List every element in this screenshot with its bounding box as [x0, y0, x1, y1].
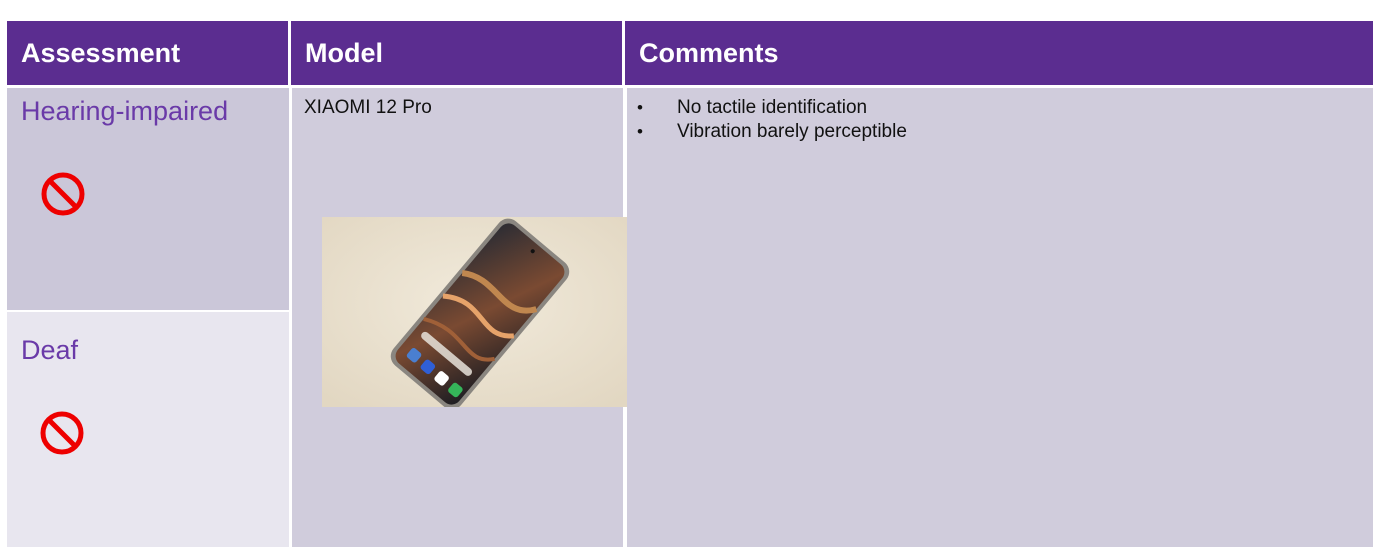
prohibited-icon: [41, 172, 85, 216]
comment-text: Vibration barely perceptible: [677, 121, 907, 142]
model-cell: XIAOMI 12 Pro: [292, 88, 627, 547]
bullet: •: [637, 98, 643, 117]
phone-photo: [322, 217, 627, 407]
assessment-cell-hearing-impaired: Hearing-impaired: [7, 88, 289, 310]
comment-item: • No tactile identification: [637, 96, 907, 120]
prohibited-icon: [40, 411, 84, 455]
comment-item: • Vibration barely perceptible: [637, 120, 907, 144]
assessment-cell-deaf: Deaf: [7, 312, 289, 547]
comment-text: No tactile identification: [677, 97, 868, 118]
comments-list: • No tactile identification • Vibration …: [637, 96, 907, 144]
comments-cell: • No tactile identification • Vibration …: [627, 88, 1373, 547]
model-name: XIAOMI 12 Pro: [304, 97, 432, 118]
header-assessment: Assessment: [7, 21, 291, 85]
assessment-label: Deaf: [21, 335, 79, 365]
bullet: •: [637, 122, 643, 141]
header-comments: Comments: [639, 37, 779, 68]
table-header: Assessment Model Comments: [7, 21, 1373, 85]
assessment-label: Hearing-impaired: [21, 96, 229, 126]
assessment-table: Assessment Model Comments Hearing-impair…: [7, 21, 1373, 547]
header-model: Model: [291, 21, 625, 85]
